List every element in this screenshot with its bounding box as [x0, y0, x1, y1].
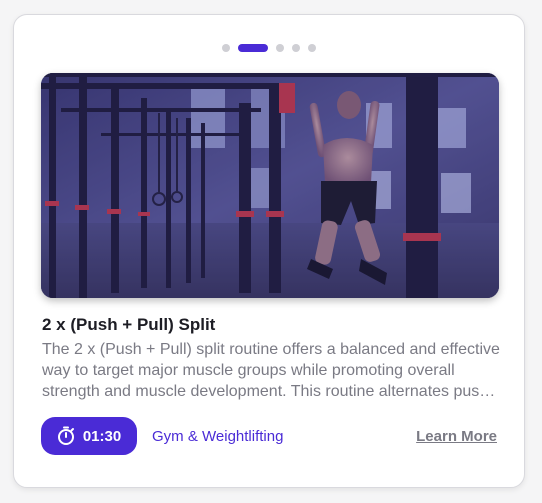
- carousel-dot-5[interactable]: [308, 44, 316, 52]
- workout-title: 2 x (Push + Pull) Split: [42, 315, 216, 334]
- workout-card: 2 x (Push + Pull) Split The 2 x (Push + …: [13, 14, 525, 488]
- stopwatch-icon: [57, 426, 74, 445]
- carousel-dot-3[interactable]: [276, 44, 284, 52]
- carousel-dot-2-active[interactable]: [238, 44, 268, 52]
- duration-button[interactable]: 01:30: [41, 417, 137, 455]
- learn-more-link[interactable]: Learn More: [416, 428, 497, 445]
- hero-image: [41, 73, 499, 298]
- carousel-pager: [14, 44, 524, 52]
- gym-pullup-photo: [41, 73, 499, 298]
- category-link[interactable]: Gym & Weightlifting: [152, 428, 283, 445]
- carousel-dot-1[interactable]: [222, 44, 230, 52]
- carousel-dot-4[interactable]: [292, 44, 300, 52]
- workout-description: The 2 x (Push + Pull) split routine offe…: [42, 341, 500, 400]
- duration-label: 01:30: [82, 427, 122, 445]
